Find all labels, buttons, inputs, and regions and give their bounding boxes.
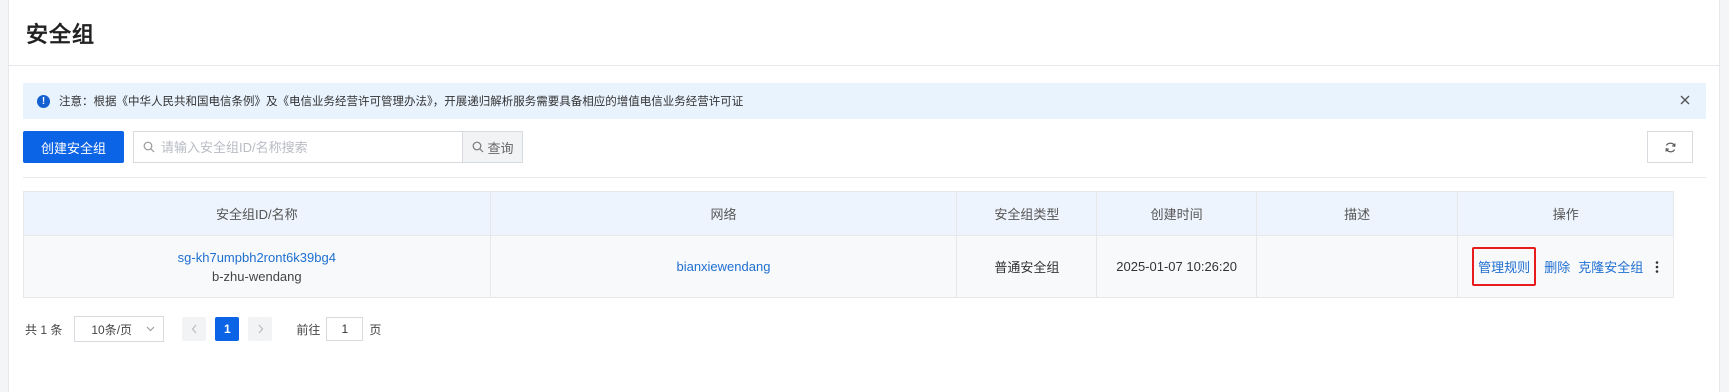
search-input[interactable]	[161, 139, 442, 155]
manage-rules-link[interactable]: 管理规则	[1472, 247, 1537, 286]
page-title: 安全组	[26, 21, 96, 47]
close-icon[interactable]	[1678, 93, 1692, 107]
cell-network: bianxiewendang	[490, 235, 958, 298]
notice-banner: ! 注意：根据《中华人民共和国电信条例》及《电信业务经营许可管理办法》，开展递归…	[23, 83, 1706, 119]
column-header-id-name: 安全组ID/名称	[23, 191, 491, 236]
cell-description	[1256, 235, 1459, 298]
cell-id-name: sg-kh7umpbh2ront6k39bg4 b-zhu-wendang	[23, 235, 491, 298]
search-field[interactable]	[133, 131, 464, 163]
search-icon	[143, 141, 155, 153]
network-link[interactable]: bianxiewendang	[676, 259, 770, 274]
goto-suffix: 页	[369, 322, 382, 337]
column-header-created: 创建时间	[1096, 191, 1257, 236]
table-row: sg-kh7umpbh2ront6k39bg4 b-zhu-wendang bi…	[23, 235, 1674, 298]
table-header-row: 安全组ID/名称 网络 安全组类型 创建时间 描述 操作	[23, 191, 1674, 236]
security-group-table: 安全组ID/名称 网络 安全组类型 创建时间 描述 操作 sg-kh7umpbh…	[23, 191, 1674, 298]
chevron-right-icon	[258, 324, 264, 334]
column-header-network: 网络	[490, 191, 958, 236]
cell-type: 普通安全组	[956, 235, 1098, 298]
toolbar: 创建安全组 查询	[23, 131, 1706, 163]
refresh-button[interactable]	[1647, 131, 1693, 163]
search-icon	[472, 141, 483, 153]
page-header: 安全组	[9, 0, 1719, 66]
page-size-value: 10条/页	[91, 322, 133, 337]
divider	[23, 177, 1706, 178]
column-header-description: 描述	[1256, 191, 1459, 236]
column-header-type: 安全组类型	[956, 191, 1098, 236]
pagination: 共 1 条 10条/页 1 前往 页	[23, 316, 1706, 342]
cell-created: 2025-01-07 10:26:20	[1096, 235, 1257, 298]
main-content: ! 注意：根据《中华人民共和国电信条例》及《电信业务经营许可管理办法》，开展递归…	[9, 66, 1719, 342]
create-security-group-button[interactable]: 创建安全组	[23, 131, 125, 163]
total-count: 共 1 条	[25, 322, 63, 337]
security-group-name: b-zhu-wendang	[212, 268, 302, 284]
previous-page-button[interactable]	[182, 317, 207, 341]
page-number-current[interactable]: 1	[215, 317, 240, 341]
notice-text: 注意：根据《中华人民共和国电信条例》及《电信业务经营许可管理办法》，开展递归解析…	[59, 96, 744, 108]
query-button[interactable]: 查询	[463, 131, 524, 163]
query-label: 查询	[487, 140, 514, 156]
clone-security-group-link[interactable]: 克隆安全组	[1578, 257, 1643, 276]
page-size-select[interactable]: 10条/页	[74, 316, 165, 342]
next-page-button[interactable]	[248, 317, 273, 341]
chevron-left-icon	[191, 324, 197, 334]
goto-label: 前往	[296, 322, 321, 337]
page-container: 安全组 ! 注意：根据《中华人民共和国电信条例》及《电信业务经营许可管理办法》，…	[8, 0, 1720, 392]
chevron-down-icon	[146, 326, 155, 332]
column-header-actions: 操作	[1457, 191, 1674, 236]
refresh-icon	[1664, 142, 1676, 152]
row-actions: 管理规则 删除 克隆安全组	[1458, 247, 1673, 286]
goto-page-input[interactable]	[326, 317, 364, 341]
security-group-id-link[interactable]: sg-kh7umpbh2ront6k39bg4	[24, 248, 490, 267]
cell-actions: 管理规则 删除 克隆安全组	[1457, 235, 1674, 298]
more-vertical-icon[interactable]	[1655, 260, 1659, 274]
delete-link[interactable]: 删除	[1544, 257, 1570, 276]
info-icon: !	[37, 94, 50, 108]
